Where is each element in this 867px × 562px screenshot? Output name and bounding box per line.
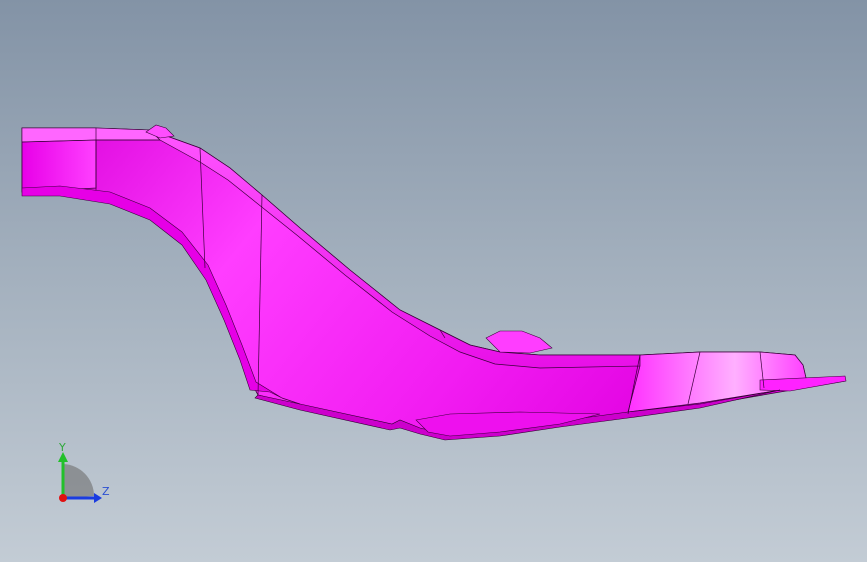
triad-z-arrow <box>94 493 102 503</box>
triad-z-label: Z <box>102 485 110 498</box>
part-mid-boss <box>485 330 553 354</box>
triad-y-label: Y <box>59 441 66 454</box>
orientation-triad[interactable] <box>44 436 124 516</box>
triad-x-axis-dot <box>59 494 67 502</box>
part-model[interactable] <box>0 0 867 562</box>
triad-plane-shade <box>63 464 95 498</box>
graphics-viewport[interactable]: Y Z <box>0 0 867 562</box>
